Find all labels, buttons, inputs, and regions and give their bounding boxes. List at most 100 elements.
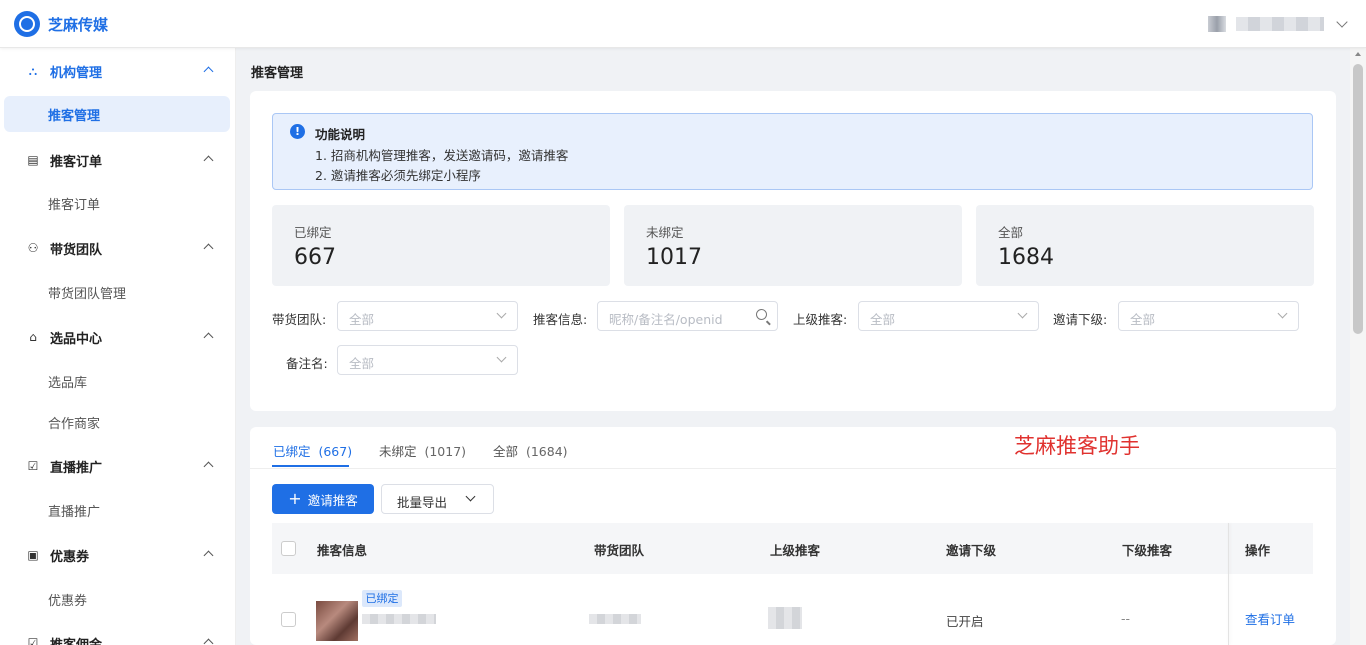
top-bar: 芝麻传媒	[0, 0, 1366, 48]
tab-count: (1017)	[424, 444, 467, 459]
row-checkbox[interactable]	[281, 612, 296, 627]
tab-unbound[interactable]: 未绑定 (1017)	[379, 441, 466, 460]
select-value: 全部	[870, 312, 896, 327]
plus-icon: +	[288, 489, 302, 508]
sidebar-group-team[interactable]: ⚇ 带货团队	[0, 231, 235, 265]
scroll-up-arrow-icon[interactable]	[1355, 52, 1361, 56]
stat-label: 已绑定	[294, 225, 332, 240]
sidebar-group-label: 带货团队	[50, 242, 103, 258]
team-icon: ⚇	[27, 241, 39, 255]
tab-label: 全部	[493, 444, 519, 459]
sidebar-item-team-manage[interactable]: 带货团队管理	[4, 274, 230, 310]
order-icon: ▤	[27, 153, 39, 167]
tab-all[interactable]: 全部 (1684)	[493, 441, 568, 460]
button-label: 批量导出	[397, 495, 448, 510]
filter-team-select[interactable]: 全部	[337, 301, 518, 331]
sidebar-item-tuike-order[interactable]: 推客订单	[4, 185, 230, 221]
input-placeholder: 昵称/备注名/openid	[609, 312, 723, 327]
chevron-down-icon	[1017, 308, 1028, 319]
chevron-down-icon	[1277, 308, 1288, 319]
column-header: 下级推客	[1122, 543, 1173, 558]
filter-info-input[interactable]: 昵称/备注名/openid	[597, 301, 778, 331]
sidebar-item-coupon[interactable]: 优惠券	[4, 581, 230, 617]
chevron-down-icon	[465, 491, 476, 502]
tab-active-indicator	[272, 465, 349, 467]
sidebar-group-label: 推客佣金	[50, 637, 103, 645]
scroll-thumb[interactable]	[1353, 64, 1363, 334]
column-header: 带货团队	[594, 543, 645, 558]
tab-count: (1684)	[525, 444, 568, 459]
tab-count: (667)	[318, 444, 353, 459]
sidebar-group-commission[interactable]: ☑ 推客佣金	[0, 626, 235, 645]
batch-export-button[interactable]: 批量导出	[381, 484, 494, 514]
column-header: 邀请下级	[946, 543, 997, 558]
filter-invite-label: 邀请下级:	[1053, 312, 1108, 327]
chevron-down-icon	[496, 308, 507, 319]
commission-icon: ☑	[27, 636, 39, 645]
sidebar: ⛬ 机构管理 推客管理 ▤ 推客订单 推客订单 ⚇ 带货团队 带货团队管理 ⌂ …	[0, 48, 236, 645]
live-icon: ☑	[27, 459, 39, 473]
notice-line-1: 1. 招商机构管理推客，发送邀请码，邀请推客	[315, 148, 569, 163]
tabs-divider	[250, 468, 1336, 469]
tab-label: 未绑定	[379, 444, 417, 459]
sidebar-group-label: 机构管理	[50, 65, 103, 81]
column-header: 推客信息	[317, 543, 368, 558]
coupon-icon: ▣	[27, 548, 39, 562]
page-title: 推客管理	[251, 66, 304, 81]
sidebar-item-product-library[interactable]: 选品库	[4, 363, 230, 399]
button-label: 邀请推客	[307, 492, 358, 508]
tab-bound[interactable]: 已绑定 (667)	[273, 441, 352, 460]
stat-label: 未绑定	[646, 225, 684, 240]
sidebar-item-partner-merchant[interactable]: 合作商家	[4, 404, 230, 440]
table-header: 推客信息 带货团队 上级推客 邀请下级 下级推客 操作	[272, 523, 1313, 645]
logo-icon	[14, 11, 40, 37]
filter-parent-label: 上级推客:	[793, 312, 848, 327]
chevron-down-icon	[1336, 16, 1348, 28]
sidebar-item-live-promo[interactable]: 直播推广	[4, 492, 230, 528]
sidebar-group-order[interactable]: ▤ 推客订单	[0, 143, 235, 177]
sidebar-item-tuike-manage[interactable]: 推客管理	[4, 96, 230, 132]
fixed-column-divider	[1228, 523, 1229, 645]
select-value: 全部	[1130, 312, 1156, 327]
chevron-up-icon	[203, 66, 214, 77]
filter-remark-label: 备注名:	[286, 356, 328, 371]
avatar	[1208, 16, 1226, 32]
sidebar-group-label: 选品中心	[50, 331, 103, 347]
sidebar-group-org[interactable]: ⛬ 机构管理	[0, 54, 235, 88]
sidebar-group-label: 推客订单	[50, 154, 103, 170]
watermark-text: 芝麻推客助手	[1014, 434, 1140, 458]
sidebar-group-coupon[interactable]: ▣ 优惠券	[0, 538, 235, 572]
filter-info-label: 推客信息:	[533, 312, 588, 327]
stat-unbound: 未绑定 1017	[624, 205, 962, 286]
children-value: --	[1121, 611, 1131, 626]
select-all-checkbox[interactable]	[281, 541, 296, 556]
chevron-up-icon	[203, 332, 214, 343]
sidebar-group-shop[interactable]: ⌂ 选品中心	[0, 320, 235, 354]
list-card: 已绑定 (667) 未绑定 (1017) 全部 (1684) 芝麻推客助手 + …	[250, 427, 1336, 645]
invite-tuike-button[interactable]: + 邀请推客	[272, 484, 374, 514]
brand-logo[interactable]: 芝麻传媒	[14, 11, 108, 37]
stat-value: 667	[294, 245, 336, 270]
filter-remark-select[interactable]: 全部	[337, 345, 518, 375]
search-icon[interactable]	[756, 309, 767, 320]
sidebar-group-live[interactable]: ☑ 直播推广	[0, 449, 235, 483]
sidebar-group-label: 直播推广	[50, 460, 103, 476]
view-orders-link[interactable]: 查看订单	[1245, 609, 1295, 628]
tab-label: 已绑定	[273, 444, 311, 459]
column-header: 上级推客	[770, 543, 821, 558]
page-scrollbar[interactable]	[1350, 48, 1366, 645]
notice-line-2: 2. 邀请推客必须先绑定小程序	[315, 168, 481, 183]
function-notice: ! 功能说明 1. 招商机构管理推客，发送邀请码，邀请推客 2. 邀请推客必须先…	[272, 113, 1313, 190]
filter-invite-select[interactable]: 全部	[1118, 301, 1299, 331]
team-blurred	[589, 614, 641, 624]
filter-parent-select[interactable]: 全部	[858, 301, 1039, 331]
user-name-blurred	[1236, 17, 1324, 31]
parent-blurred	[768, 607, 802, 629]
shop-icon: ⌂	[29, 330, 37, 344]
chevron-up-icon	[203, 243, 214, 254]
brand-name: 芝麻传媒	[48, 15, 109, 34]
column-header: 操作	[1245, 543, 1271, 558]
chevron-down-icon	[496, 352, 507, 363]
user-menu[interactable]	[1208, 16, 1348, 32]
sidebar-group-label: 优惠券	[50, 549, 90, 565]
